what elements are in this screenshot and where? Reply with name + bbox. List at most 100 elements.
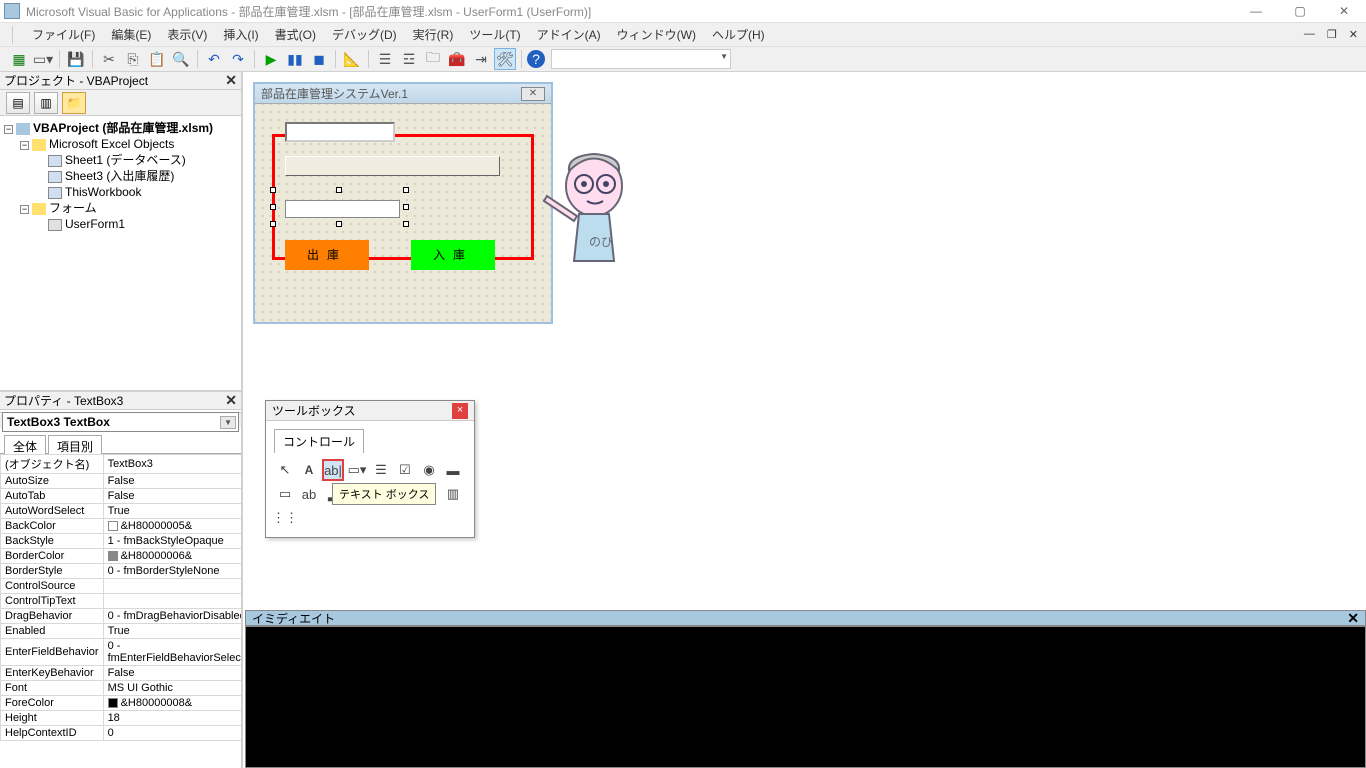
prop-key[interactable]: HelpContextID xyxy=(1,726,104,741)
copy-icon[interactable]: ⎘ xyxy=(122,48,144,70)
tool-togglebutton-icon[interactable]: ▬ xyxy=(442,459,464,481)
prop-value[interactable]: True xyxy=(103,624,241,639)
prop-value[interactable]: 0 - fmBorderStyleNone xyxy=(103,564,241,579)
undo-icon[interactable]: ↶ xyxy=(203,48,225,70)
prop-value[interactable]: 1 - fmBackStyleOpaque xyxy=(103,534,241,549)
prop-key[interactable]: (オブジェクト名) xyxy=(1,455,104,474)
prop-key[interactable]: BorderStyle xyxy=(1,564,104,579)
menu-tools[interactable]: ツール(T) xyxy=(461,24,528,45)
prop-value[interactable]: TextBox3 xyxy=(103,455,241,474)
tool-combobox-icon[interactable]: ▭▾ xyxy=(346,459,368,481)
tools-icon[interactable]: 🛠 xyxy=(494,48,516,70)
project-tree[interactable]: −VBAProject (部品在庫管理.xlsm) −Microsoft Exc… xyxy=(0,116,241,392)
menu-format[interactable]: 書式(O) xyxy=(267,24,324,45)
insert-module-icon[interactable]: ▭▾ xyxy=(32,48,54,70)
tool-textbox-icon[interactable]: ab| xyxy=(322,459,344,481)
prop-key[interactable]: EnterFieldBehavior xyxy=(1,639,104,666)
cut-icon[interactable]: ✂ xyxy=(98,48,120,70)
prop-value[interactable]: False xyxy=(103,489,241,504)
view-code-icon[interactable]: ▤ xyxy=(6,92,30,114)
prop-value[interactable]: MS UI Gothic xyxy=(103,681,241,696)
tool-optionbutton-icon[interactable]: ◉ xyxy=(418,459,440,481)
prop-value[interactable]: &H80000005& xyxy=(103,519,241,534)
prop-key[interactable]: ControlTipText xyxy=(1,594,104,609)
button-nyuko[interactable]: 入庫 xyxy=(411,240,495,270)
prop-key[interactable]: AutoSize xyxy=(1,474,104,489)
break-icon[interactable]: ▮▮ xyxy=(284,48,306,70)
toggle-folders-icon[interactable]: 📁 xyxy=(62,92,86,114)
view-object-icon[interactable]: ▥ xyxy=(34,92,58,114)
prop-value[interactable]: 0 xyxy=(103,726,241,741)
button-shukko[interactable]: 出庫 xyxy=(285,240,369,270)
tree-forms[interactable]: フォーム xyxy=(49,201,97,215)
project-explorer-icon[interactable]: ☰ xyxy=(374,48,396,70)
mdi-restore-icon[interactable]: ❐ xyxy=(1323,28,1341,41)
immediate-window-body[interactable] xyxy=(245,626,1366,768)
prop-value[interactable]: 18 xyxy=(103,711,241,726)
prop-key[interactable]: Enabled xyxy=(1,624,104,639)
prop-value[interactable] xyxy=(103,579,241,594)
mdi-close-icon[interactable]: ✕ xyxy=(1345,28,1362,41)
prop-value[interactable]: True xyxy=(103,504,241,519)
tree-userform1[interactable]: UserForm1 xyxy=(65,217,125,231)
menu-view[interactable]: 表示(V) xyxy=(159,24,215,45)
prop-value[interactable] xyxy=(103,594,241,609)
tree-root[interactable]: VBAProject (部品在庫管理.xlsm) xyxy=(33,121,213,135)
run-icon[interactable]: ▶ xyxy=(260,48,282,70)
prop-tab-all[interactable]: 全体 xyxy=(4,435,46,454)
prop-key[interactable]: ForeColor xyxy=(1,696,104,711)
prop-key[interactable]: BackStyle xyxy=(1,534,104,549)
menu-help[interactable]: ヘルプ(H) xyxy=(704,24,773,45)
textbox1[interactable] xyxy=(285,122,395,142)
userform-container[interactable]: 部品在庫管理システムVer.1 ✕ 出庫 入庫 xyxy=(253,82,553,324)
prop-key[interactable]: AutoTab xyxy=(1,489,104,504)
menu-addins[interactable]: アドイン(A) xyxy=(529,24,609,45)
project-panel-close-icon[interactable]: ✕ xyxy=(225,72,237,89)
help-icon[interactable]: ? xyxy=(527,50,545,68)
tool-commandbutton-icon[interactable]: ab xyxy=(298,483,320,505)
prop-value[interactable]: &H80000008& xyxy=(103,696,241,711)
position-dropdown[interactable] xyxy=(551,49,731,69)
tree-excel-objects[interactable]: Microsoft Excel Objects xyxy=(49,137,174,151)
menu-window[interactable]: ウィンドウ(W) xyxy=(609,24,704,45)
save-icon[interactable]: 💾 xyxy=(65,48,87,70)
prop-key[interactable]: BorderColor xyxy=(1,549,104,564)
menu-file[interactable]: ファイル(F) xyxy=(24,24,103,45)
tool-refedit-icon[interactable]: ▥ xyxy=(442,483,464,505)
toolbox-icon[interactable]: 🧰 xyxy=(446,48,468,70)
prop-key[interactable]: Height xyxy=(1,711,104,726)
menu-run[interactable]: 実行(R) xyxy=(405,24,462,45)
tool-listbox-icon[interactable]: ☰ xyxy=(370,459,392,481)
properties-panel-close-icon[interactable]: ✕ xyxy=(225,392,237,409)
maximize-button[interactable]: ▢ xyxy=(1278,0,1322,22)
tree-sheet1[interactable]: Sheet1 (データベース) xyxy=(65,153,186,167)
selection-handles[interactable] xyxy=(273,190,406,224)
toolbox-close-icon[interactable]: × xyxy=(452,403,468,419)
reset-icon[interactable]: ◼ xyxy=(308,48,330,70)
immediate-close-icon[interactable]: ✕ xyxy=(1347,610,1359,627)
prop-key[interactable]: BackColor xyxy=(1,519,104,534)
prop-value[interactable]: False xyxy=(103,666,241,681)
prop-key[interactable]: AutoWordSelect xyxy=(1,504,104,519)
tree-thisworkbook[interactable]: ThisWorkbook xyxy=(65,185,141,199)
properties-grid[interactable]: (オブジェクト名)TextBox3AutoSizeFalseAutoTabFal… xyxy=(0,454,241,768)
object-browser-icon[interactable]: 🗀 xyxy=(422,48,444,70)
tool-label-icon[interactable]: A xyxy=(298,459,320,481)
redo-icon[interactable]: ↷ xyxy=(227,48,249,70)
tool-pointer-icon[interactable]: ↖ xyxy=(274,459,296,481)
prop-key[interactable]: ControlSource xyxy=(1,579,104,594)
mdi-minimize-icon[interactable]: — xyxy=(1300,28,1319,41)
tool-frame-icon[interactable]: ▭ xyxy=(274,483,296,505)
properties-window-icon[interactable]: ☲ xyxy=(398,48,420,70)
tree-sheet3[interactable]: Sheet3 (入出庫履歴) xyxy=(65,169,174,183)
toolbox-window[interactable]: ツールボックス × コントロール ↖ A ab| ▭▾ ☰ ☑ ◉ ▬ ▭ ab… xyxy=(265,400,475,538)
minimize-button[interactable]: — xyxy=(1234,0,1278,22)
paste-icon[interactable]: 📋 xyxy=(146,48,168,70)
prop-key[interactable]: DragBehavior xyxy=(1,609,104,624)
textbox2[interactable] xyxy=(285,156,500,176)
prop-tab-categorized[interactable]: 項目別 xyxy=(48,435,102,454)
prop-value[interactable]: &H80000006& xyxy=(103,549,241,564)
excel-icon[interactable]: ▦ xyxy=(8,48,30,70)
menu-debug[interactable]: デバッグ(D) xyxy=(324,24,405,45)
tab-order-icon[interactable]: ⇥ xyxy=(470,48,492,70)
